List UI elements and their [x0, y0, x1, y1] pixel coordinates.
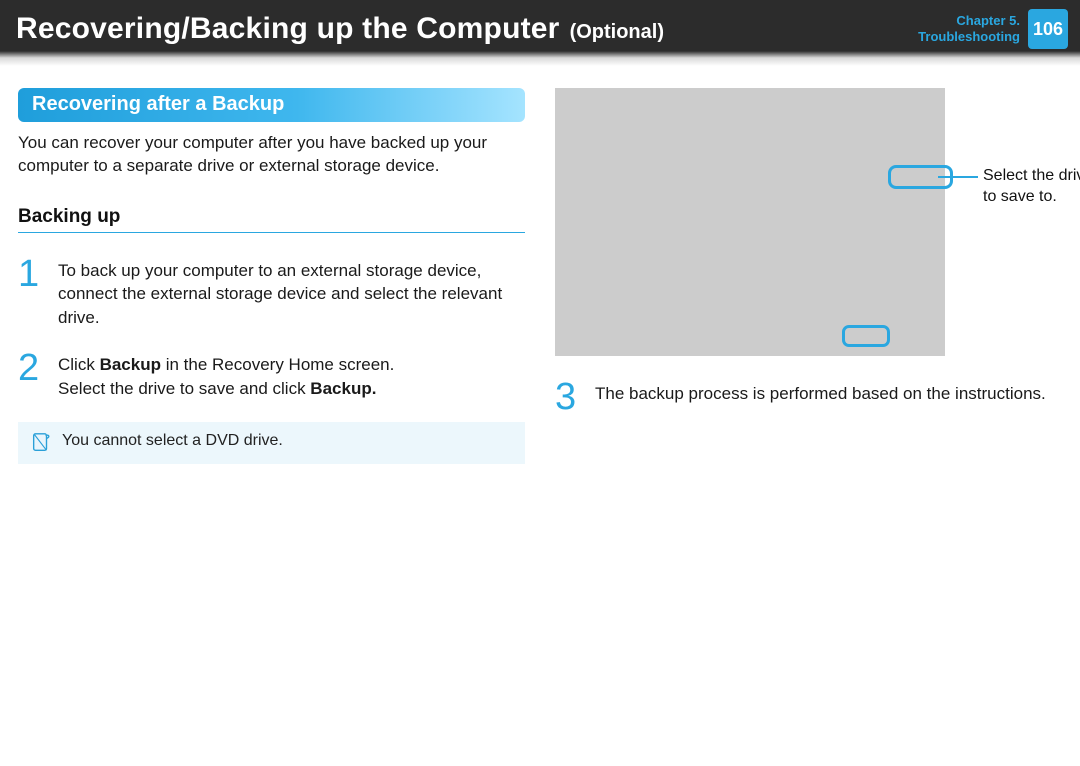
content: Recovering after a Backup You can recove… [0, 58, 1080, 464]
callout-text: Select the drive to save to. [983, 166, 1080, 208]
note-box: You cannot select a DVD drive. [18, 422, 525, 464]
step-2: 2 Click Backup in the Recovery Home scre… [18, 351, 525, 400]
page-number: 106 [1033, 19, 1063, 40]
page-number-badge: 106 [1028, 9, 1068, 49]
chapter-line-1: Chapter 5. [918, 13, 1020, 29]
subsection-heading: Backing up [18, 206, 525, 233]
header-right: Chapter 5. Troubleshooting 106 [918, 9, 1068, 49]
step-3-body: The backup process is performed based on… [595, 380, 1062, 414]
step-number-1: 1 [18, 257, 44, 329]
step-number-3: 3 [555, 380, 581, 414]
step-2-bold-2: Backup. [310, 379, 376, 398]
step-2-part-c: in the Recovery Home screen. [161, 355, 394, 374]
page-title: Recovering/Backing up the Computer [16, 12, 560, 46]
callout-line-1: Select the drive [983, 167, 1080, 184]
note-text: You cannot select a DVD drive. [62, 432, 283, 450]
chapter-line-2: Troubleshooting [918, 29, 1020, 45]
callout-line-2: to save to. [983, 188, 1057, 205]
step-1: 1 To back up your computer to an externa… [18, 257, 525, 329]
step-3: 3 The backup process is performed based … [555, 380, 1062, 414]
chapter-block: Chapter 5. Troubleshooting [918, 13, 1020, 46]
page-title-optional: (Optional) [570, 21, 664, 44]
step-2-part-d: Select the drive to save and click [58, 379, 310, 398]
callout-line [938, 176, 978, 178]
step-2-body: Click Backup in the Recovery Home screen… [58, 351, 525, 400]
highlight-box-button [842, 325, 890, 347]
step-number-2: 2 [18, 351, 44, 400]
step-1-body: To back up your computer to an external … [58, 257, 525, 329]
page-header: Recovering/Backing up the Computer (Opti… [0, 0, 1080, 58]
title-wrap: Recovering/Backing up the Computer (Opti… [16, 12, 664, 46]
section-heading: Recovering after a Backup [18, 88, 525, 122]
screenshot-placeholder [555, 88, 945, 356]
note-icon [30, 432, 52, 454]
section-intro: You can recover your computer after you … [18, 132, 525, 178]
step-2-bold-1: Backup [100, 355, 161, 374]
step-2-part-a: Click [58, 355, 100, 374]
right-column: Select the drive to save to. 3 The backu… [555, 88, 1062, 464]
left-column: Recovering after a Backup You can recove… [18, 88, 525, 464]
